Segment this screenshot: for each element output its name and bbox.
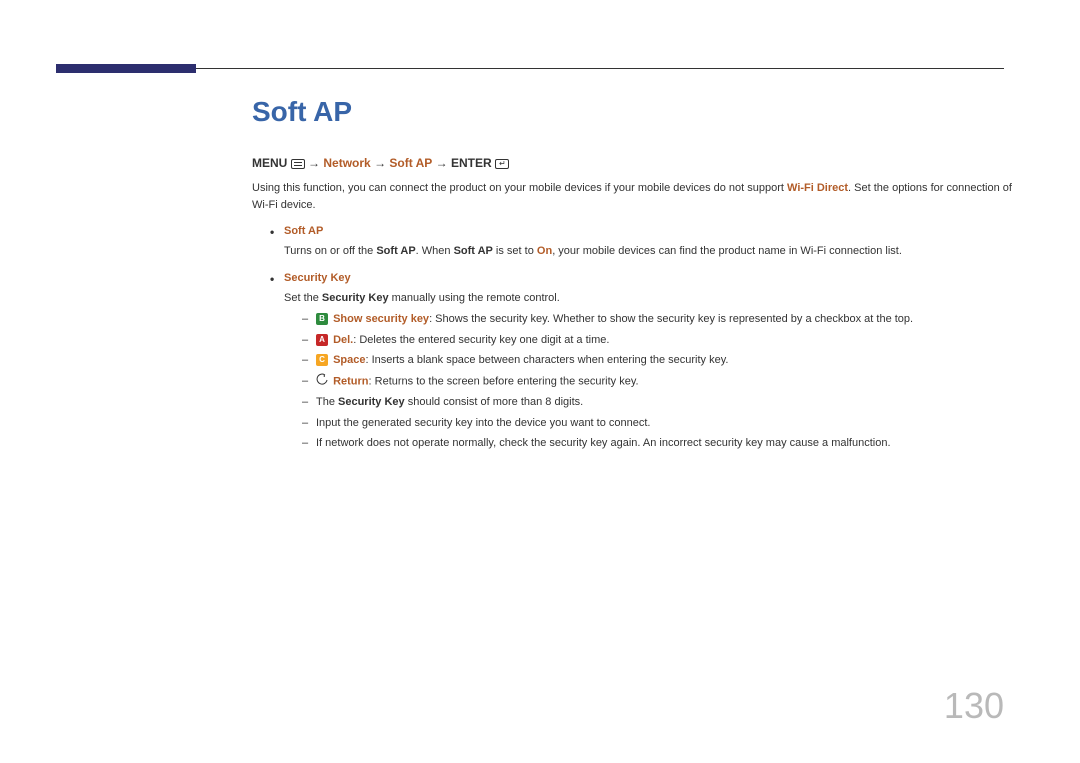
text-part: manually using the remote control.: [389, 292, 560, 304]
sub-text: : Returns to the screen before entering …: [369, 376, 639, 388]
sub-label: Return: [333, 376, 368, 388]
sub-item: A Del.: Deletes the entered security key…: [302, 332, 1020, 349]
main-list: Soft AP Turns on or off the Soft AP. Whe…: [252, 223, 1020, 452]
header-accent-bar: [56, 64, 196, 73]
sub-item: Return: Returns to the screen before ent…: [302, 373, 1020, 391]
text-part: Turns on or off the: [284, 245, 376, 257]
item-body: Set the Security Key manually using the …: [284, 292, 560, 304]
item-title: Security Key: [284, 270, 1020, 288]
return-icon: [316, 373, 328, 391]
sub-item: If network does not operate normally, ch…: [302, 435, 1020, 452]
sub-text: : Deletes the entered security key one d…: [353, 334, 609, 346]
breadcrumb-enter: ENTER: [451, 156, 492, 170]
breadcrumb-arrow: →: [436, 156, 448, 170]
breadcrumb-menu: MENU: [252, 156, 287, 170]
breadcrumb: MENU → Network → Soft AP → ENTER: [252, 156, 1020, 170]
page-number: 130: [944, 685, 1004, 727]
sub-label: Del.: [333, 334, 353, 346]
item-body: Turns on or off the Soft AP. When Soft A…: [284, 245, 902, 257]
text-strong: Soft AP: [376, 245, 415, 257]
sub-text: : Shows the security key. Whether to sho…: [429, 313, 913, 325]
intro-text: Using this function, you can connect the…: [252, 180, 1020, 213]
sub-list: B Show security key: Shows the security …: [284, 311, 1020, 452]
sub-item: B Show security key: Shows the security …: [302, 311, 1020, 328]
sub-item: C Space: Inserts a blank space between c…: [302, 352, 1020, 369]
badge-c-icon: C: [316, 354, 328, 366]
item-title: Soft AP: [284, 223, 1020, 241]
badge-b-icon: B: [316, 313, 328, 325]
list-item-securitykey: Security Key Set the Security Key manual…: [270, 270, 1020, 452]
menu-icon: [291, 159, 305, 169]
page-title: Soft AP: [252, 96, 1020, 128]
text-strong: Security Key: [338, 396, 405, 408]
text-part: The: [316, 396, 338, 408]
text-on: On: [537, 245, 552, 257]
text-part: Set the: [284, 292, 322, 304]
breadcrumb-arrow: →: [308, 156, 320, 170]
text-strong: Security Key: [322, 292, 389, 304]
breadcrumb-arrow: →: [374, 156, 386, 170]
header-rule: [56, 68, 1004, 69]
sub-label: Show security key: [333, 313, 429, 325]
breadcrumb-network: Network: [323, 156, 370, 170]
sub-label: Space: [333, 354, 365, 366]
sub-item: The Security Key should consist of more …: [302, 394, 1020, 411]
sub-text: Input the generated security key into th…: [316, 417, 651, 429]
text-part: is set to: [493, 245, 537, 257]
badge-a-icon: A: [316, 334, 328, 346]
text-strong: Soft AP: [454, 245, 493, 257]
sub-text: If network does not operate normally, ch…: [316, 437, 891, 449]
intro-pre: Using this function, you can connect the…: [252, 182, 787, 194]
page-content: Soft AP MENU → Network → Soft AP → ENTER…: [252, 96, 1020, 462]
text-part: should consist of more than 8 digits.: [405, 396, 584, 408]
sub-item: Input the generated security key into th…: [302, 415, 1020, 432]
wifi-direct-label: Wi-Fi Direct: [787, 182, 848, 194]
text-part: . When: [416, 245, 454, 257]
enter-icon: [495, 159, 509, 169]
list-item-softap: Soft AP Turns on or off the Soft AP. Whe…: [270, 223, 1020, 260]
text-part: , your mobile devices can find the produ…: [552, 245, 902, 257]
breadcrumb-softap: Soft AP: [389, 156, 432, 170]
sub-text: : Inserts a blank space between characte…: [365, 354, 728, 366]
